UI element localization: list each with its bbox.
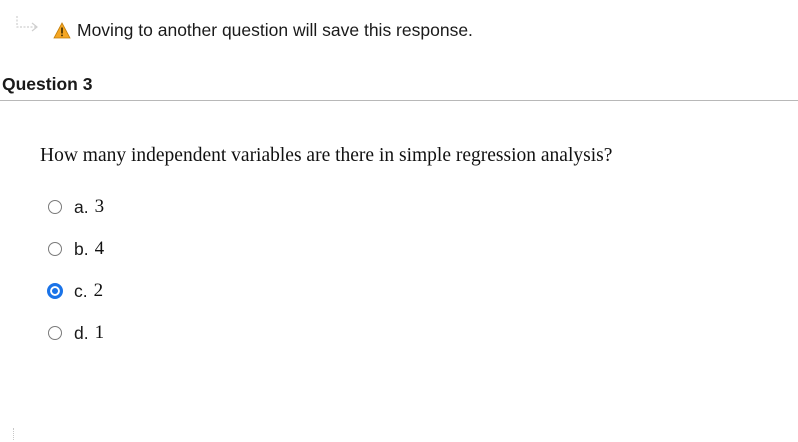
option-value: 4 (94, 238, 105, 259)
option-c[interactable]: c. 2 (47, 270, 104, 312)
option-a[interactable]: a. 3 (48, 186, 104, 228)
answer-options: a. 3 b. 4 c. 2 d. 1 (47, 186, 104, 354)
radio-button-b[interactable] (48, 242, 62, 256)
option-letter: d. (74, 322, 89, 343)
option-letter: a. (74, 196, 89, 217)
divider-mark (13, 428, 16, 440)
option-letter: b. (74, 238, 89, 259)
option-b[interactable]: b. 4 (48, 228, 104, 270)
option-value: 2 (93, 280, 104, 301)
radio-button-c[interactable] (47, 283, 63, 299)
option-value: 3 (94, 196, 105, 217)
option-value: 1 (94, 322, 105, 343)
radio-button-d[interactable] (48, 326, 62, 340)
question-text: How many independent variables are there… (40, 145, 613, 166)
warning-icon (53, 21, 71, 38)
question-heading: Question 3 (0, 72, 798, 101)
radio-button-a[interactable] (48, 200, 62, 214)
question-title: Question 3 (2, 74, 93, 94)
save-warning: Moving to another question will save thi… (53, 17, 473, 43)
option-d[interactable]: d. 1 (48, 312, 104, 354)
option-letter: c. (74, 280, 88, 301)
question-page: Moving to another question will save thi… (0, 0, 798, 442)
nav-arrow-icon (16, 16, 38, 32)
warning-text: Moving to another question will save thi… (77, 19, 473, 40)
